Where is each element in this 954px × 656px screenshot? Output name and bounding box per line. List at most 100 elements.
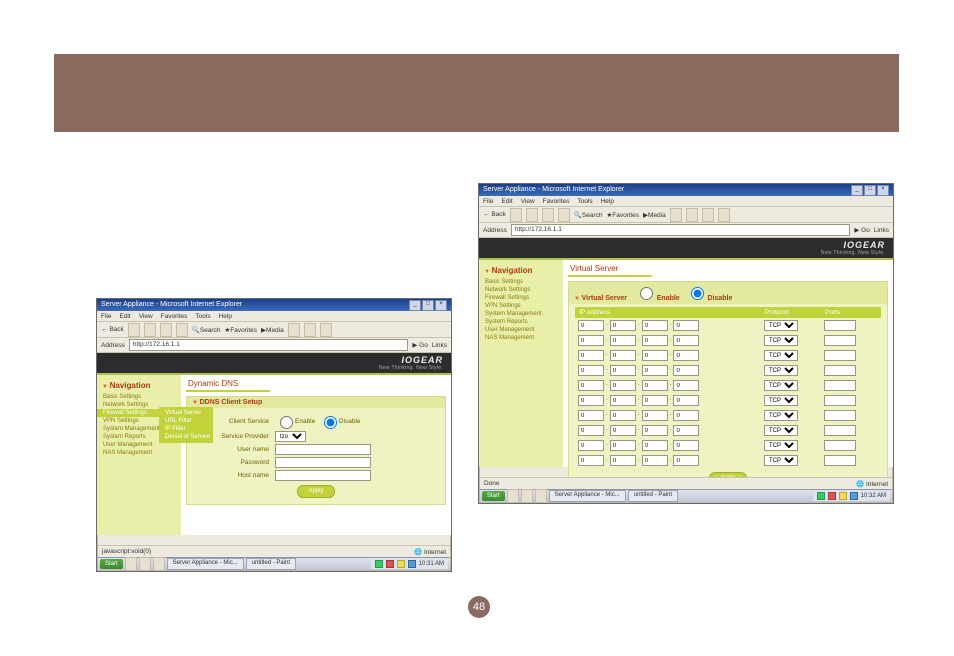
- nav-system-management[interactable]: System Management: [479, 310, 563, 318]
- task-tab-paint[interactable]: untitled - Paint: [628, 490, 678, 502]
- history-button[interactable]: [288, 323, 300, 337]
- nav-network-settings[interactable]: Network Settings: [479, 286, 563, 294]
- nav-firewall-settings[interactable]: Firewall Settings: [479, 294, 563, 302]
- ip-octet-field[interactable]: [642, 440, 668, 451]
- ip-octet-field[interactable]: [673, 320, 699, 331]
- print-button[interactable]: [320, 323, 332, 337]
- menu-view[interactable]: View: [139, 313, 153, 320]
- quicklaunch-icon[interactable]: [507, 489, 519, 503]
- port-field[interactable]: [824, 350, 856, 361]
- ip-octet-field[interactable]: [578, 320, 604, 331]
- menu-edit[interactable]: Edit: [119, 313, 130, 320]
- service-provider-select[interactable]: tzo: [275, 431, 306, 442]
- submenu-ip-filter[interactable]: IP Filter: [159, 425, 213, 433]
- ip-octet-field[interactable]: [610, 320, 636, 331]
- ip-octet-field[interactable]: [610, 335, 636, 346]
- client-service-disable[interactable]: [324, 416, 337, 429]
- ip-octet-field[interactable]: [610, 425, 636, 436]
- ip-octet-field[interactable]: [642, 320, 668, 331]
- ip-octet-field[interactable]: [610, 380, 636, 391]
- ip-octet-field[interactable]: [578, 455, 604, 466]
- menu-tools[interactable]: Tools: [577, 198, 592, 205]
- menu-view[interactable]: View: [521, 198, 535, 205]
- tray-icon[interactable]: [386, 560, 394, 568]
- submenu-virtual-server[interactable]: Virtual Server: [159, 409, 213, 417]
- nav-nas-management[interactable]: NAS Management: [479, 334, 563, 342]
- maximize-icon[interactable]: □: [422, 300, 434, 311]
- ip-octet-field[interactable]: [673, 440, 699, 451]
- protocol-select[interactable]: TCP: [764, 455, 798, 466]
- nav-vpn-settings[interactable]: VPN Settings: [479, 302, 563, 310]
- menu-edit[interactable]: Edit: [501, 198, 512, 205]
- print-button[interactable]: [702, 208, 714, 222]
- menu-help[interactable]: Help: [219, 313, 232, 320]
- nav-basic-settings[interactable]: Basic Settings: [479, 278, 563, 286]
- go-button[interactable]: ▶ Go: [854, 226, 869, 234]
- port-field[interactable]: [824, 380, 856, 391]
- protocol-select[interactable]: TCP: [764, 350, 798, 361]
- go-button[interactable]: ▶ Go: [412, 341, 427, 349]
- ip-octet-field[interactable]: [673, 425, 699, 436]
- port-field[interactable]: [824, 455, 856, 466]
- tray-icon[interactable]: [850, 492, 858, 500]
- history-button[interactable]: [670, 208, 682, 222]
- vs-disable[interactable]: [691, 287, 704, 300]
- minimize-icon[interactable]: _: [409, 300, 421, 311]
- protocol-select[interactable]: TCP: [764, 440, 798, 451]
- ip-octet-field[interactable]: [673, 350, 699, 361]
- tray-icon[interactable]: [375, 560, 383, 568]
- quicklaunch-icon[interactable]: [535, 489, 547, 503]
- minimize-icon[interactable]: _: [851, 185, 863, 196]
- port-field[interactable]: [824, 320, 856, 331]
- quicklaunch-icon[interactable]: [153, 557, 165, 571]
- protocol-select[interactable]: TCP: [764, 320, 798, 331]
- back-button[interactable]: ← Back: [101, 326, 124, 333]
- port-field[interactable]: [824, 410, 856, 421]
- quicklaunch-icon[interactable]: [521, 489, 533, 503]
- ip-octet-field[interactable]: [673, 380, 699, 391]
- ip-octet-field[interactable]: [642, 350, 668, 361]
- port-field[interactable]: [824, 440, 856, 451]
- user-name-field[interactable]: [275, 444, 371, 455]
- tray-icon[interactable]: [817, 492, 825, 500]
- ip-octet-field[interactable]: [673, 455, 699, 466]
- ip-octet-field[interactable]: [610, 395, 636, 406]
- ip-octet-field[interactable]: [578, 335, 604, 346]
- ip-octet-field[interactable]: [610, 455, 636, 466]
- favorites-button[interactable]: ★Favorites: [224, 326, 257, 334]
- task-tab-browser[interactable]: Server Appliance - Mic...: [549, 490, 626, 502]
- ip-octet-field[interactable]: [642, 380, 668, 391]
- forward-button[interactable]: [128, 323, 140, 337]
- menu-file[interactable]: File: [101, 313, 111, 320]
- maximize-icon[interactable]: □: [864, 185, 876, 196]
- nav-user-management[interactable]: User Management: [479, 326, 563, 334]
- ip-octet-field[interactable]: [578, 440, 604, 451]
- protocol-select[interactable]: TCP: [764, 335, 798, 346]
- ip-octet-field[interactable]: [610, 365, 636, 376]
- ip-octet-field[interactable]: [673, 365, 699, 376]
- search-button[interactable]: 🔍Search: [192, 326, 221, 334]
- menu-file[interactable]: File: [483, 198, 493, 205]
- ip-octet-field[interactable]: [578, 425, 604, 436]
- ip-octet-field[interactable]: [610, 410, 636, 421]
- client-service-enable[interactable]: [280, 416, 293, 429]
- menu-tools[interactable]: Tools: [195, 313, 210, 320]
- protocol-select[interactable]: TCP: [764, 395, 798, 406]
- home-button[interactable]: [176, 323, 188, 337]
- nav-system-reports[interactable]: System Reports: [479, 318, 563, 326]
- mail-button[interactable]: [686, 208, 698, 222]
- menu-help[interactable]: Help: [601, 198, 614, 205]
- submenu-dos[interactable]: Denial of Service: [159, 433, 213, 441]
- start-button[interactable]: Start: [100, 559, 123, 569]
- port-field[interactable]: [824, 395, 856, 406]
- submenu-url-filter[interactable]: URL Filter: [159, 417, 213, 425]
- ip-octet-field[interactable]: [610, 440, 636, 451]
- task-tab-browser[interactable]: Server Appliance - Mic...: [167, 558, 244, 570]
- host-name-field[interactable]: [275, 470, 371, 481]
- ip-octet-field[interactable]: [642, 335, 668, 346]
- stop-button[interactable]: [144, 323, 156, 337]
- quicklaunch-icon[interactable]: [125, 557, 137, 571]
- ip-octet-field[interactable]: [578, 350, 604, 361]
- ip-octet-field[interactable]: [578, 395, 604, 406]
- tray-icon[interactable]: [839, 492, 847, 500]
